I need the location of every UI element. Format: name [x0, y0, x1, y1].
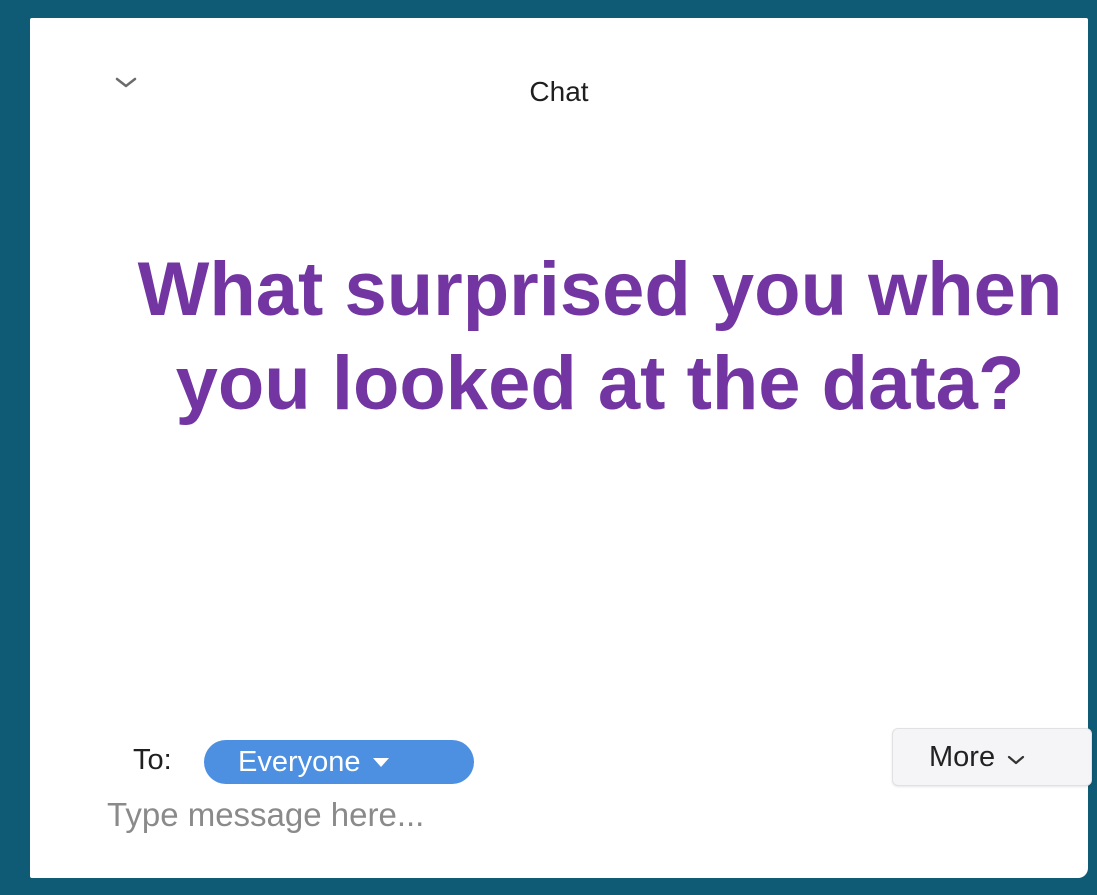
recipient-select[interactable]: Everyone	[204, 740, 474, 784]
chevron-down-icon	[995, 741, 1025, 774]
more-button-label: More	[929, 740, 996, 773]
window-frame: Chat What surprised you when you looked …	[0, 0, 1097, 895]
to-label: To:	[133, 744, 172, 776]
chat-title: Chat	[529, 76, 589, 107]
more-button[interactable]: More	[892, 728, 1092, 786]
question-text: What surprised you when you looked at th…	[137, 247, 1063, 426]
caret-down-icon	[372, 757, 389, 767]
chat-panel: Chat What surprised you when you looked …	[30, 18, 1092, 878]
recipient-label: Everyone	[238, 745, 361, 778]
message-input[interactable]	[107, 792, 1007, 838]
